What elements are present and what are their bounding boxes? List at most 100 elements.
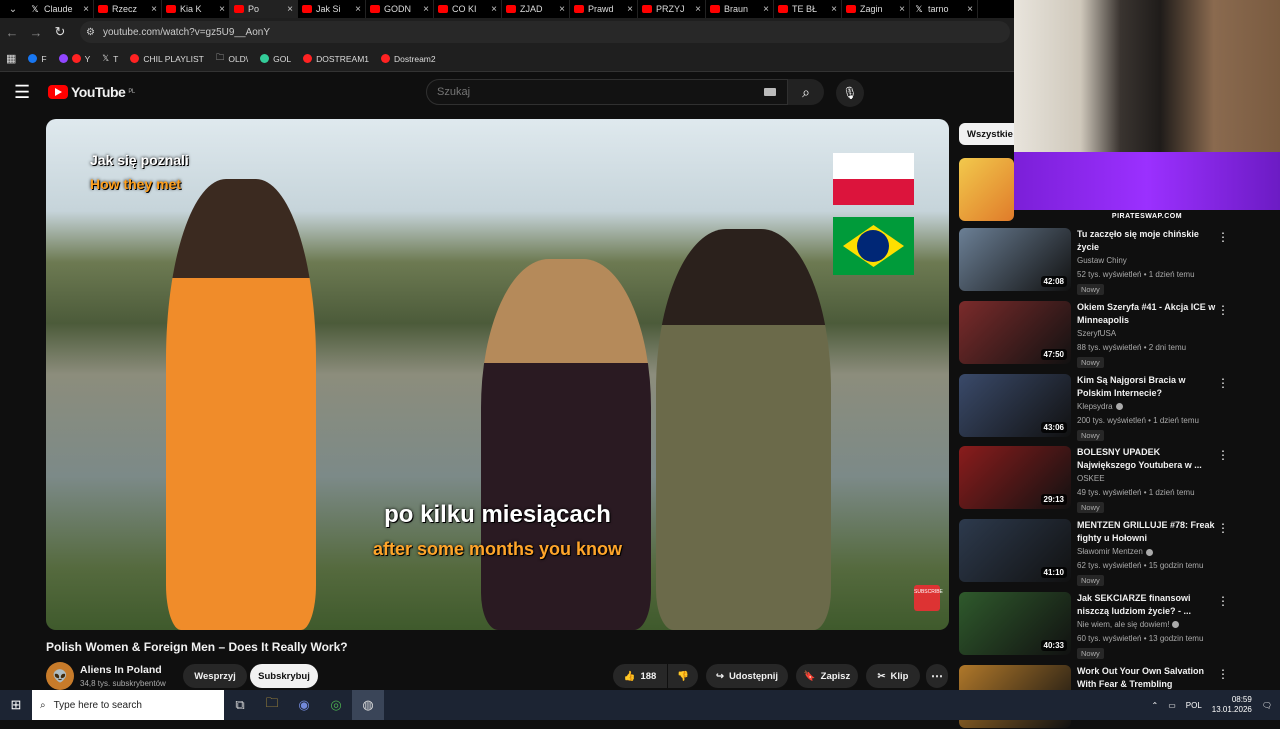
close-tab-icon[interactable]: × (763, 4, 769, 15)
close-tab-icon[interactable]: × (151, 4, 157, 15)
youtube-logo[interactable]: YouTube PL (48, 84, 135, 100)
bookmark-chil-playlist[interactable]: CHIL PLAYLIST (130, 54, 204, 64)
recommendation-item[interactable]: 41:10 MENTZEN GRILLUJE #78: Freak fighty … (959, 519, 1269, 587)
browser-tab[interactable]: TE BŁ × (774, 0, 842, 18)
browser-tab[interactable]: Kia K × (162, 0, 230, 18)
more-options-icon[interactable]: ⋮ (1217, 230, 1229, 244)
taskbar-search[interactable]: ⌕ Type here to search (32, 690, 224, 720)
search-input[interactable] (437, 86, 757, 98)
support-button[interactable]: Wesprzyj (183, 664, 247, 688)
recommendation-item[interactable]: 42:08 Tu zaczęło się moje chińskie życie G… (959, 228, 1269, 295)
browser-tab[interactable]: GODN × (366, 0, 434, 18)
channel-name[interactable]: Aliens In Poland (80, 664, 162, 676)
like-button[interactable]: 👍 188 (613, 664, 667, 688)
close-tab-icon[interactable]: × (899, 4, 905, 15)
browser-tab[interactable]: 𝕏 Claude × (26, 0, 94, 18)
bookmark-gol[interactable]: GOL (260, 54, 291, 64)
apps-grid-icon[interactable]: ▦ (6, 52, 16, 65)
clip-button[interactable]: ✂ Klip (866, 664, 920, 688)
more-options-icon[interactable]: ⋮ (1217, 376, 1229, 390)
browser-tab[interactable]: 𝕏tarno × (910, 0, 978, 18)
browser-tab[interactable]: Po × (230, 0, 298, 18)
bookmark-f[interactable]: F (28, 54, 47, 64)
url-field[interactable]: ⚙ youtube.com/watch?v=gz5U9__AonY (80, 21, 1010, 43)
windows-start-icon[interactable]: ⊞ (0, 690, 32, 720)
back-icon[interactable]: ← (0, 25, 24, 40)
browser-tab[interactable]: Rzecz × (94, 0, 162, 18)
browser-tab[interactable]: Prawd × (570, 0, 638, 18)
video-player[interactable]: Jak się poznali How they met po kilku mi… (46, 119, 949, 630)
bookmark-icon: 🔖 (803, 670, 816, 682)
tab-search-icon[interactable]: ⌄ (0, 0, 26, 18)
subscribe-watermark[interactable]: SUBSCRIBE (914, 585, 943, 611)
tray-chevron-icon[interactable]: ⌃ (1152, 701, 1159, 710)
browser-tab[interactable]: ZJAD × (502, 0, 570, 18)
hamburger-menu-icon[interactable]: ☰ (14, 82, 30, 103)
file-explorer-icon[interactable]: 🗀 (256, 690, 288, 720)
recommendation-item[interactable]: 43:06 Kim Są Najgorsi Bracia w Polskim In… (959, 373, 1269, 441)
close-tab-icon[interactable]: × (695, 4, 701, 15)
keyboard-icon[interactable] (764, 88, 776, 96)
close-tab-icon[interactable]: × (559, 4, 565, 15)
close-tab-icon[interactable]: × (287, 4, 293, 15)
subscribe-button[interactable]: Subskrybuj (250, 664, 318, 688)
language-indicator[interactable]: POL (1186, 701, 1202, 710)
share-button[interactable]: ↪ Udostępnij (706, 664, 788, 688)
channel-avatar[interactable]: 👽 (46, 662, 74, 690)
clock[interactable]: 08:59 13.01.2026 (1212, 695, 1252, 715)
search-icon[interactable]: ⌕ (788, 79, 824, 105)
bookmark-dostream1[interactable]: DOSTREAM1 (303, 54, 369, 64)
thumbs-down-icon: 👎 (677, 670, 689, 682)
more-options-icon[interactable]: ⋮ (1217, 303, 1229, 317)
recommendation-item[interactable]: 29:13 BOLESNY UPADEK Największego Youtube… (959, 446, 1269, 514)
close-tab-icon[interactable]: × (355, 4, 361, 15)
bookmark-dostream2[interactable]: Dostream2 (381, 54, 436, 64)
more-options-icon[interactable]: ⋮ (1217, 667, 1229, 681)
task-view-icon[interactable]: ⧉ (224, 690, 256, 720)
more-options-icon[interactable]: ⋮ (1217, 521, 1229, 535)
close-tab-icon[interactable]: × (423, 4, 429, 15)
new-badge: Nowy (1077, 502, 1104, 514)
recommendation-title: Okiem Szeryfa #41 - Akcja ICE w Minneapo… (1077, 301, 1216, 325)
save-button[interactable]: 🔖 Zapisz (796, 664, 858, 688)
browser-tab[interactable]: PRZYJ × (638, 0, 706, 18)
forward-icon[interactable]: → (24, 25, 48, 40)
x-icon: 𝕏 (102, 53, 110, 63)
tab-label: Kia K (180, 4, 202, 14)
close-tab-icon[interactable]: × (219, 4, 225, 15)
notification-icon[interactable]: 🗨 (1262, 701, 1272, 710)
bookmark-t[interactable]: 𝕏T (102, 53, 118, 64)
close-tab-icon[interactable]: × (831, 4, 837, 15)
reload-icon[interactable]: ↻ (48, 24, 72, 40)
search-box[interactable] (426, 79, 788, 105)
browser-tab[interactable]: CO KI × (434, 0, 502, 18)
bookmark-y[interactable]: Y (58, 54, 90, 64)
browser-tab[interactable]: Braun × (706, 0, 774, 18)
obs-icon[interactable]: ◍ (352, 690, 384, 720)
brazil-flag (833, 217, 914, 275)
more-options-icon[interactable]: ⋮ (1217, 594, 1229, 608)
discord-icon[interactable]: ◉ (288, 690, 320, 720)
windows-taskbar: ⊞ ⌕ Type here to search ⧉ 🗀 ◉ ◎ ◍ ⌃ ▭ PO… (0, 690, 1280, 720)
close-tab-icon[interactable]: × (83, 4, 89, 15)
browser-tab[interactable]: Zagin × (842, 0, 910, 18)
scissors-icon: ✂ (877, 670, 886, 682)
bookmark-folder-old[interactable]: 🗀 OLD\ (216, 52, 248, 66)
microphone-icon[interactable]: 🎙 (836, 79, 864, 107)
browser-tab[interactable]: Jak Si × (298, 0, 366, 18)
chrome-icon[interactable]: ◎ (320, 690, 352, 720)
folder-icon: 🗀 (215, 51, 225, 62)
filter-chip-all[interactable]: Wszystkie (959, 123, 1021, 145)
more-options-icon[interactable]: ⋮ (1217, 448, 1229, 462)
youtube-icon (778, 5, 788, 13)
close-tab-icon[interactable]: × (627, 4, 633, 15)
recommendation-item[interactable]: 47:50 Okiem Szeryfa #41 - Akcja ICE w Min… (959, 300, 1269, 368)
recommendation-item[interactable]: 40:33 Jak SEKCIARZE finansowi niszczą lud… (959, 592, 1269, 659)
site-info-icon[interactable]: ⚙ (86, 27, 95, 38)
close-tab-icon[interactable]: × (967, 4, 973, 15)
close-tab-icon[interactable]: × (491, 4, 497, 15)
dislike-button[interactable]: 👎 (668, 664, 698, 688)
network-icon[interactable]: ▭ (1168, 701, 1176, 710)
subtitle-pl: po kilku miesiącach (384, 501, 611, 528)
more-actions-icon[interactable]: ⋯ (926, 664, 948, 688)
